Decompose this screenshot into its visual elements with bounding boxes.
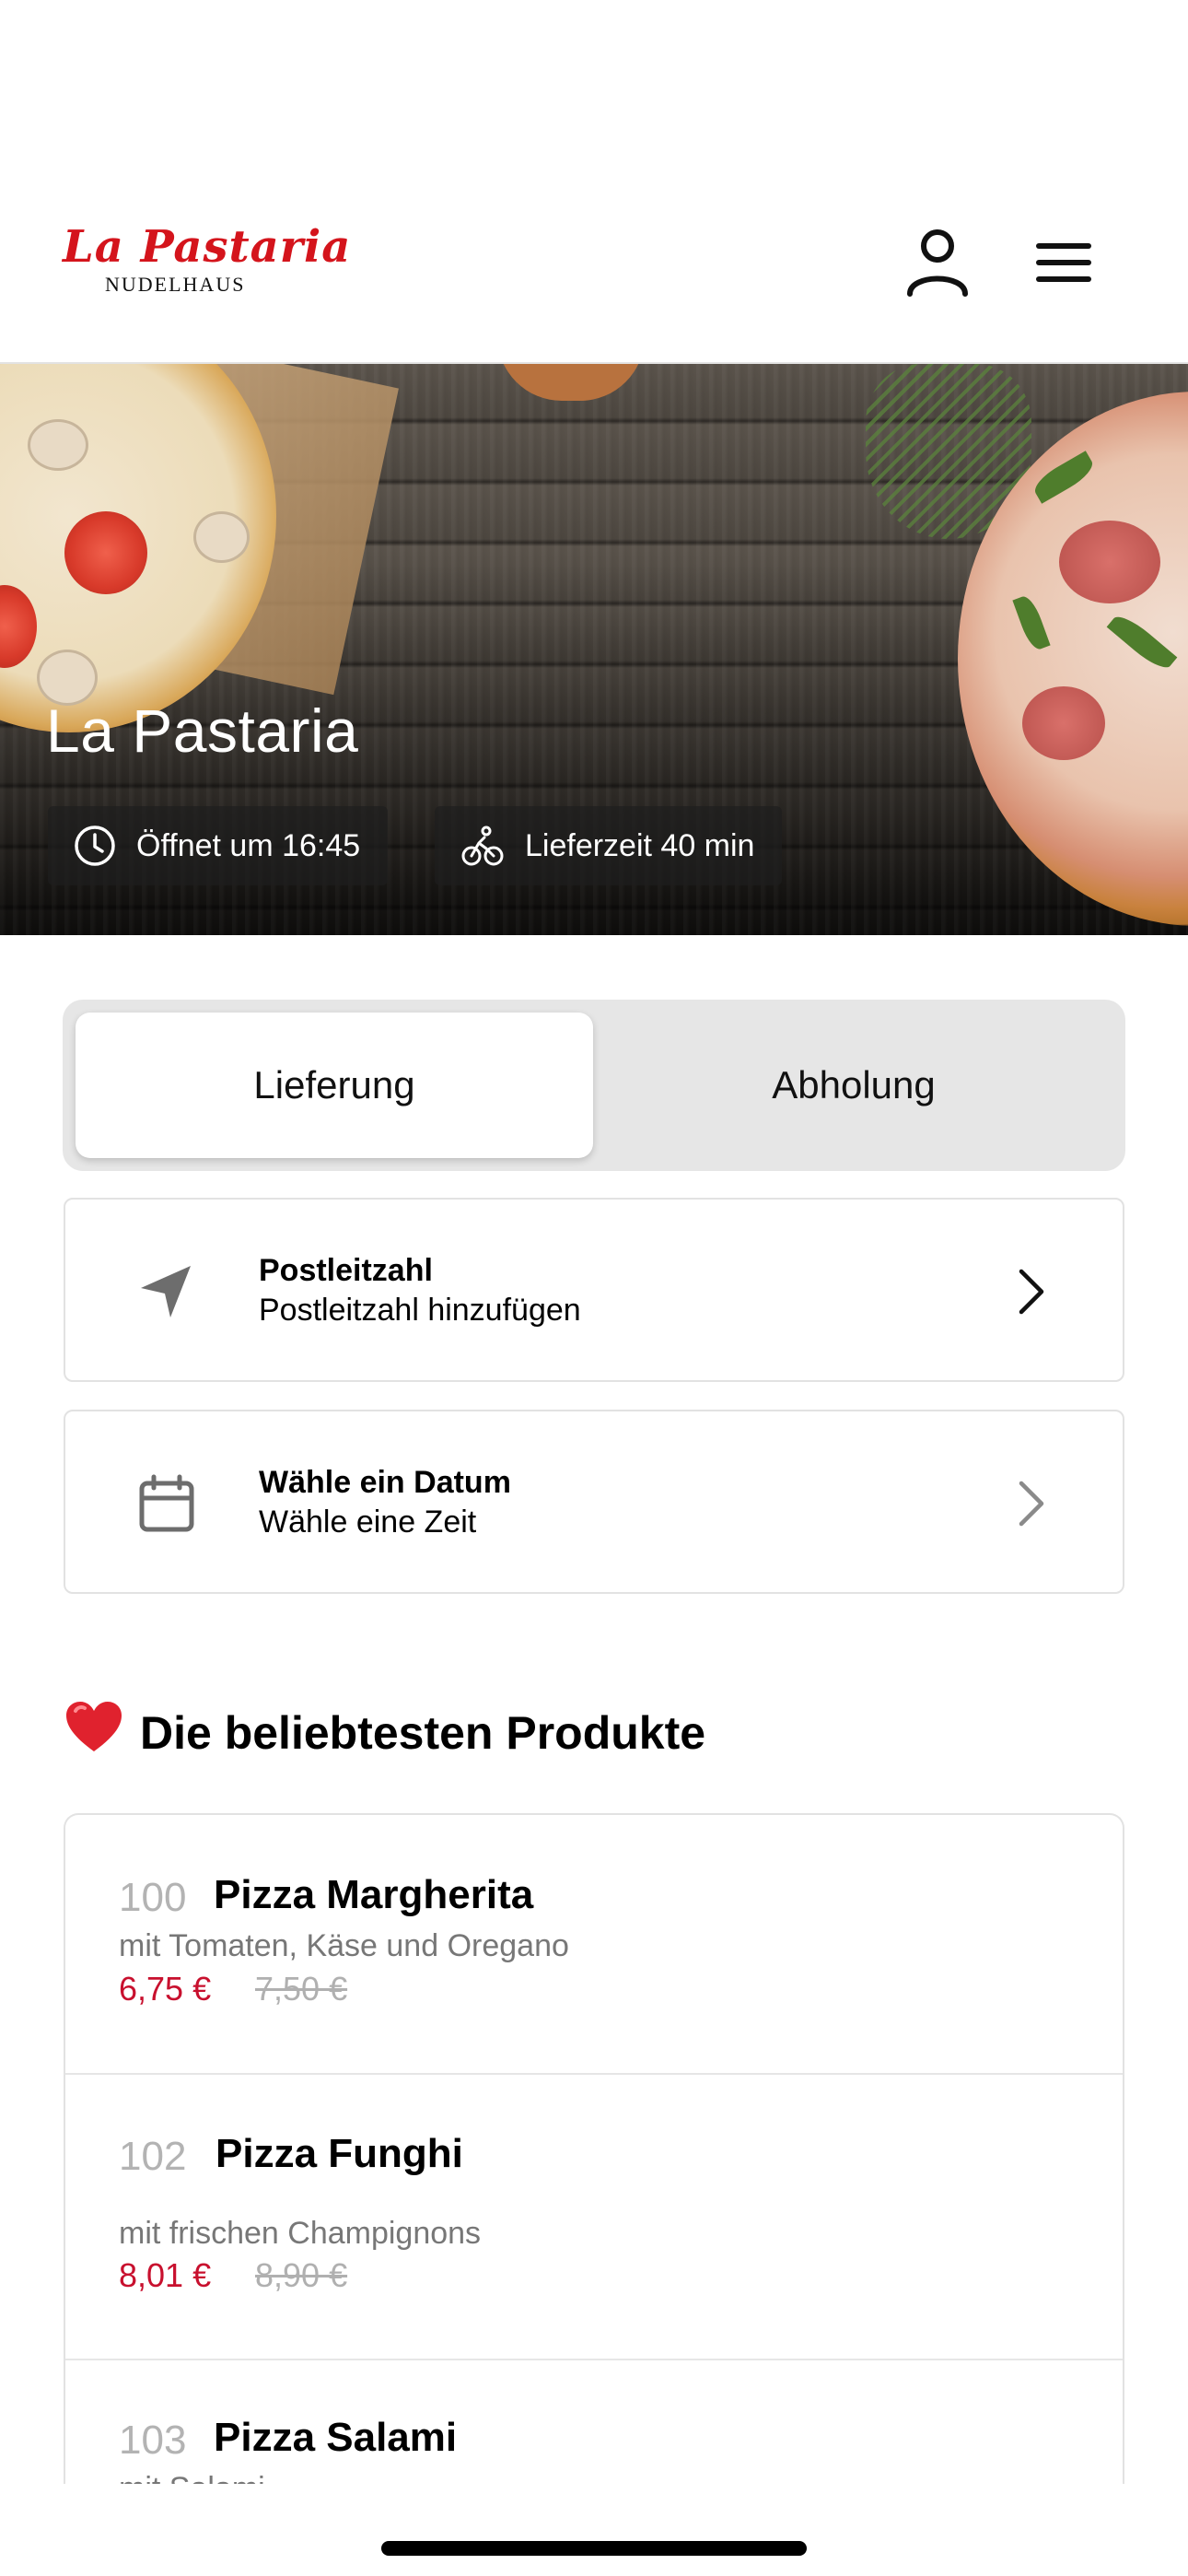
product-name: Pizza Salami (214, 2415, 458, 2460)
mushroom-topping (193, 511, 250, 563)
home-indicator[interactable] (381, 2541, 807, 2556)
opening-time-badge: Öffnet um 16:45 (48, 806, 389, 885)
location-arrow-icon (130, 1255, 204, 1329)
product-number: 100 (119, 1875, 187, 1920)
ham-topping (1022, 686, 1105, 760)
logo-wordmark: La Pastaria (63, 221, 352, 273)
date-time-selector[interactable]: Wähle ein Datum Wähle eine Zeit (64, 1410, 1124, 1594)
popular-products-heading: Die beliebtesten Produkte (64, 1700, 705, 1766)
popular-products-title: Die beliebtesten Produkte (140, 1707, 706, 1759)
delivery-time-text: Lieferzeit 40 min (525, 827, 755, 863)
order-mode-toggle: Lieferung Abholung (63, 1000, 1125, 1171)
postcode-title: Postleitzahl (259, 1253, 433, 1288)
product-item[interactable]: 100 Pizza Margherita mit Tomaten, Käse u… (65, 1815, 1123, 2075)
hamburger-icon (1036, 243, 1091, 282)
delivery-time-badge: Lieferzeit 40 min (435, 806, 783, 885)
date-title: Wähle ein Datum (259, 1465, 511, 1500)
chevron-right-icon (1019, 1481, 1044, 1527)
product-price: 6,75 € (119, 1970, 212, 2008)
restaurant-logo[interactable]: La Pastaria NUDELHAUS (63, 221, 350, 304)
product-name: Pizza Margherita (214, 1872, 534, 1917)
heart-icon (64, 1700, 123, 1766)
postcode-selector[interactable]: Postleitzahl Postleitzahl hinzufügen (64, 1198, 1124, 1382)
hero-banner: La Pastaria Öffnet um 16:45 Lieferzeit 4… (0, 364, 1188, 935)
chevron-right-icon (1019, 1269, 1044, 1315)
calendar-icon (130, 1467, 204, 1540)
product-name: Pizza Funghi (215, 2131, 463, 2176)
product-description: mit Tomaten, Käse und Oregano (119, 1928, 569, 1963)
user-icon (907, 229, 968, 297)
product-old-price: 7,50 € (255, 1970, 348, 2008)
product-item[interactable]: 102 Pizza Funghi mit frischen Champignon… (65, 2075, 1123, 2360)
product-description: mit Salami (119, 2471, 265, 2484)
product-item[interactable]: 103 Pizza Salami mit Salami (65, 2360, 1123, 2484)
tab-pickup[interactable]: Abholung (595, 1013, 1112, 1158)
opening-time-text: Öffnet um 16:45 (136, 827, 361, 863)
product-price: 8,01 € (119, 2256, 212, 2294)
logo-tagline: NUDELHAUS (105, 273, 246, 296)
product-old-price: 8,90 € (255, 2256, 348, 2294)
time-subtitle: Wähle eine Zeit (259, 1505, 477, 1540)
app-header: La Pastaria NUDELHAUS (0, 0, 1188, 364)
mushroom-topping (28, 419, 88, 471)
product-list: 100 Pizza Margherita mit Tomaten, Käse u… (64, 1813, 1124, 2484)
ham-topping (1059, 521, 1160, 603)
product-number: 103 (119, 2418, 187, 2463)
bicycle-icon (461, 825, 504, 866)
product-number: 102 (119, 2134, 187, 2179)
tomato-topping (64, 511, 147, 594)
restaurant-name: La Pastaria (46, 697, 359, 765)
clock-icon (75, 825, 115, 866)
postcode-subtitle: Postleitzahl hinzufügen (259, 1293, 581, 1328)
product-description: mit frischen Champignons (119, 2216, 482, 2251)
menu-button[interactable] (1022, 221, 1105, 304)
account-button[interactable] (896, 221, 979, 304)
tab-delivery[interactable]: Lieferung (76, 1013, 593, 1158)
